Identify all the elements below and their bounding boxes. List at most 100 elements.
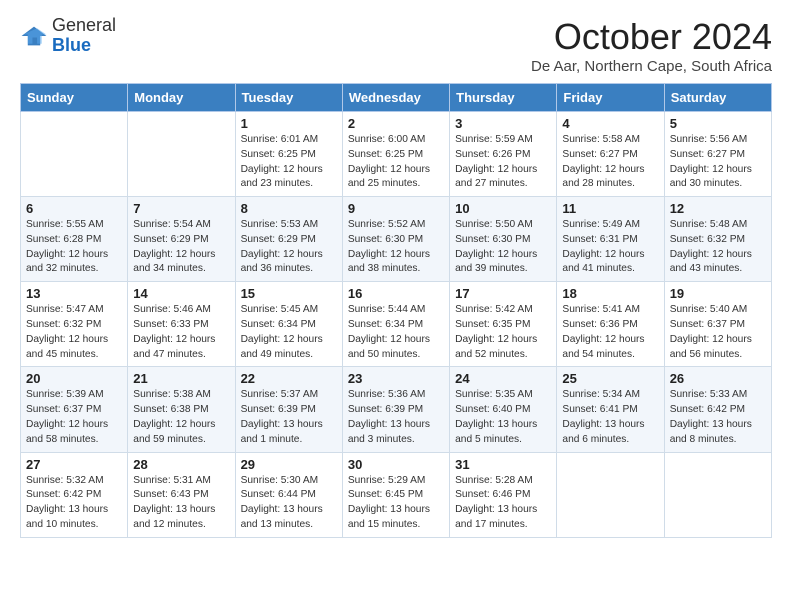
col-sunday: Sunday [21,84,128,112]
logo-general: General [52,15,116,35]
calendar-header-row: Sunday Monday Tuesday Wednesday Thursday… [21,84,772,112]
table-row: 25 Sunrise: 5:34 AM Sunset: 6:41 PM Dayli… [557,367,664,452]
day-number: 15 [241,286,337,301]
cell-content: Sunrise: 5:28 AM Sunset: 6:46 PM Dayligh… [455,474,551,533]
calendar-week-4: 20Sunrise: 5:39 AM Sunset: 6:37 PM Dayli… [21,367,772,452]
day-number: 23 [348,371,444,386]
table-row: 13Sunrise: 5:47 AM Sunset: 6:32 PM Dayli… [21,282,128,367]
cell-content: Sunrise: 5:35 AM Sunset: 6:40 PM Dayligh… [455,388,551,447]
day-number: 25 [562,371,658,386]
cell-content: Sunrise: 5:33 AM Sunset: 6:42 PM Dayligh… [670,388,766,447]
day-number: 4 [562,116,658,131]
table-row: 26Sunrise: 5:33 AM Sunset: 6:42 PM Dayli… [664,367,771,452]
logo-icon [20,25,48,47]
day-number: 28 [133,457,229,472]
cell-content: Sunrise: 5:31 AM Sunset: 6:43 PM Dayligh… [133,474,229,533]
table-row: 7Sunrise: 5:54 AM Sunset: 6:29 PM Daylig… [128,197,235,282]
table-row: 12 Sunrise: 5:48 AM Sunset: 6:32 PM Dayli… [664,197,771,282]
col-friday: Friday [557,84,664,112]
cell-content: Sunrise: 5:29 AM Sunset: 6:45 PM Dayligh… [348,474,444,533]
table-row: 19Sunrise: 5:40 AM Sunset: 6:37 PM Dayli… [664,282,771,367]
cell-content: Sunrise: 5:38 AM Sunset: 6:38 PM Dayligh… [133,388,229,447]
logo-blue: Blue [52,35,91,55]
day-number: 6 [26,201,122,216]
day-number: 29 [241,457,337,472]
table-row: 21 Sunrise: 5:38 AM Sunset: 6:38 PM Dayli… [128,367,235,452]
col-wednesday: Wednesday [342,84,449,112]
table-row: 31 Sunrise: 5:28 AM Sunset: 6:46 PM Dayli… [450,452,557,537]
table-row [557,452,664,537]
day-number: 13 [26,286,122,301]
calendar-week-3: 13Sunrise: 5:47 AM Sunset: 6:32 PM Dayli… [21,282,772,367]
table-row: 29 Sunrise: 5:30 AM Sunset: 6:44 PM Dayli… [235,452,342,537]
cell-content: Sunrise: 5:48 AM Sunset: 6:32 PM Dayligh… [670,218,766,277]
cell-content: Sunrise: 5:55 AM Sunset: 6:28 PM Dayligh… [26,218,122,277]
table-row [21,112,128,197]
cell-content: Sunrise: 5:59 AM Sunset: 6:26 PM Dayligh… [455,133,551,192]
day-number: 14 [133,286,229,301]
day-number: 18 [562,286,658,301]
day-number: 30 [348,457,444,472]
day-number: 31 [455,457,551,472]
day-number: 27 [26,457,122,472]
col-thursday: Thursday [450,84,557,112]
calendar-week-5: 27Sunrise: 5:32 AM Sunset: 6:42 PM Dayli… [21,452,772,537]
cell-content: Sunrise: 5:42 AM Sunset: 6:35 PM Dayligh… [455,303,551,362]
cell-content: Sunrise: 5:41 AM Sunset: 6:36 PM Dayligh… [562,303,658,362]
table-row [128,112,235,197]
table-row: 27Sunrise: 5:32 AM Sunset: 6:42 PM Dayli… [21,452,128,537]
table-row: 16 Sunrise: 5:44 AM Sunset: 6:34 PM Dayli… [342,282,449,367]
table-row: 30 Sunrise: 5:29 AM Sunset: 6:45 PM Dayli… [342,452,449,537]
cell-content: Sunrise: 5:40 AM Sunset: 6:37 PM Dayligh… [670,303,766,362]
cell-content: Sunrise: 5:53 AM Sunset: 6:29 PM Dayligh… [241,218,337,277]
cell-content: Sunrise: 5:58 AM Sunset: 6:27 PM Dayligh… [562,133,658,192]
cell-content: Sunrise: 5:52 AM Sunset: 6:30 PM Dayligh… [348,218,444,277]
table-row: 6 Sunrise: 5:55 AM Sunset: 6:28 PM Daylig… [21,197,128,282]
cell-content: Sunrise: 6:01 AM Sunset: 6:25 PM Dayligh… [241,133,337,192]
table-row: 28 Sunrise: 5:31 AM Sunset: 6:43 PM Dayli… [128,452,235,537]
table-row: 15 Sunrise: 5:45 AM Sunset: 6:34 PM Dayli… [235,282,342,367]
day-number: 3 [455,116,551,131]
day-number: 21 [133,371,229,386]
col-monday: Monday [128,84,235,112]
day-number: 12 [670,201,766,216]
table-row: 9 Sunrise: 5:52 AM Sunset: 6:30 PM Daylig… [342,197,449,282]
day-number: 22 [241,371,337,386]
table-row: 24 Sunrise: 5:35 AM Sunset: 6:40 PM Dayli… [450,367,557,452]
cell-content: Sunrise: 5:49 AM Sunset: 6:31 PM Dayligh… [562,218,658,277]
table-row: 1 Sunrise: 6:01 AM Sunset: 6:25 PM Daylig… [235,112,342,197]
table-row: 14Sunrise: 5:46 AM Sunset: 6:33 PM Dayli… [128,282,235,367]
subtitle: De Aar, Northern Cape, South Africa [531,58,772,75]
calendar: Sunday Monday Tuesday Wednesday Thursday… [20,83,772,538]
header: General Blue October 2024 De Aar, Northe… [20,16,772,75]
table-row: 5 Sunrise: 5:56 AM Sunset: 6:27 PM Daylig… [664,112,771,197]
cell-content: Sunrise: 5:37 AM Sunset: 6:39 PM Dayligh… [241,388,337,447]
day-number: 11 [562,201,658,216]
day-number: 1 [241,116,337,131]
cell-content: Sunrise: 6:00 AM Sunset: 6:25 PM Dayligh… [348,133,444,192]
cell-content: Sunrise: 5:45 AM Sunset: 6:34 PM Dayligh… [241,303,337,362]
table-row: 17 Sunrise: 5:42 AM Sunset: 6:35 PM Dayli… [450,282,557,367]
day-number: 24 [455,371,551,386]
day-number: 5 [670,116,766,131]
cell-content: Sunrise: 5:34 AM Sunset: 6:41 PM Dayligh… [562,388,658,447]
logo: General Blue [20,16,116,56]
cell-content: Sunrise: 5:44 AM Sunset: 6:34 PM Dayligh… [348,303,444,362]
col-tuesday: Tuesday [235,84,342,112]
cell-content: Sunrise: 5:54 AM Sunset: 6:29 PM Dayligh… [133,218,229,277]
table-row: 23Sunrise: 5:36 AM Sunset: 6:39 PM Dayli… [342,367,449,452]
day-number: 16 [348,286,444,301]
cell-content: Sunrise: 5:30 AM Sunset: 6:44 PM Dayligh… [241,474,337,533]
day-number: 2 [348,116,444,131]
table-row: 22 Sunrise: 5:37 AM Sunset: 6:39 PM Dayli… [235,367,342,452]
title-block: October 2024 De Aar, Northern Cape, Sout… [531,16,772,75]
page: General Blue October 2024 De Aar, Northe… [0,0,792,554]
calendar-week-2: 6 Sunrise: 5:55 AM Sunset: 6:28 PM Daylig… [21,197,772,282]
table-row [664,452,771,537]
day-number: 17 [455,286,551,301]
day-number: 9 [348,201,444,216]
table-row: 3 Sunrise: 5:59 AM Sunset: 6:26 PM Daylig… [450,112,557,197]
calendar-week-1: 1 Sunrise: 6:01 AM Sunset: 6:25 PM Daylig… [21,112,772,197]
cell-content: Sunrise: 5:56 AM Sunset: 6:27 PM Dayligh… [670,133,766,192]
logo-text: General Blue [52,16,116,56]
